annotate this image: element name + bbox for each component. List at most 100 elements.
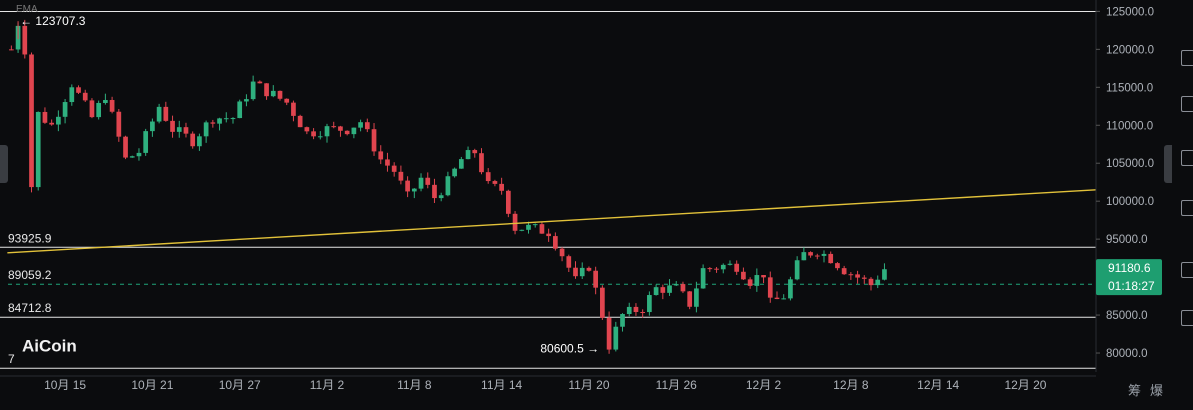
chart-canvas[interactable]: 93925.989059.284712.87 80000.085000.0900…	[0, 0, 1193, 405]
candle-body	[210, 122, 216, 124]
candlestick-chart[interactable]: 93925.989059.284712.87 80000.085000.0900…	[0, 0, 1193, 405]
level-label: 84712.8	[8, 301, 52, 315]
candle-body	[82, 92, 88, 101]
layout-icon[interactable]	[1181, 150, 1193, 166]
candle-body	[553, 236, 558, 249]
candle-body	[452, 168, 457, 177]
candle-body	[546, 233, 551, 237]
candle-body	[385, 159, 390, 166]
candle-body	[163, 106, 169, 121]
candle-body	[69, 87, 75, 103]
candle-body	[532, 224, 538, 226]
level-label: 89059.2	[8, 268, 52, 282]
candle-body	[378, 151, 384, 160]
candle-body	[109, 100, 115, 112]
candle-body	[284, 98, 290, 103]
candle-body	[814, 255, 820, 257]
candle-body	[472, 150, 478, 154]
indicator-label: EMA	[16, 4, 38, 15]
candle-body	[626, 306, 632, 315]
price-tick-label: 105000.0	[1106, 158, 1154, 170]
right-collapse-handle[interactable]	[1164, 145, 1172, 183]
candle-body	[398, 171, 404, 181]
candle-body	[573, 267, 578, 277]
candle-body	[505, 190, 511, 214]
candle-body	[49, 122, 55, 125]
candle-body	[458, 159, 464, 169]
countdown-timer: 01:18:27	[1108, 279, 1155, 293]
candle-body	[875, 279, 881, 286]
candle-body	[22, 25, 28, 55]
candle-body	[156, 106, 162, 122]
price-axis[interactable]: 80000.085000.090000.095000.0100000.01050…	[1095, 0, 1162, 372]
drawing-tool-icon[interactable]	[1181, 50, 1193, 66]
time-tick-label: 10月 27	[219, 378, 261, 392]
candle-body	[364, 122, 370, 130]
indicator-icon[interactable]	[1181, 96, 1193, 112]
candle-body	[371, 129, 377, 152]
candle-body	[62, 102, 68, 117]
horizontal-levels: 93925.9 89059.2 84712.8 7	[0, 10, 1096, 369]
candle-body	[96, 102, 102, 118]
price-tick-label: 125000.0	[1106, 6, 1154, 18]
candle-body	[485, 172, 491, 182]
candle-body	[707, 268, 713, 270]
candle-body	[801, 252, 807, 261]
trendline[interactable]	[7, 189, 1097, 254]
candle-body	[559, 248, 565, 257]
left-collapse-handle[interactable]	[0, 145, 8, 183]
price-tick-label: 95000.0	[1106, 234, 1148, 246]
candle-body	[257, 81, 263, 84]
candle-body	[667, 285, 672, 293]
candle-body	[136, 152, 142, 157]
time-tick-label: 12月 14	[917, 378, 959, 392]
settings-icon[interactable]	[1181, 310, 1193, 326]
time-tick-label: 12月 8	[833, 378, 869, 392]
level-label: 7	[8, 352, 15, 366]
candle-body	[680, 284, 686, 292]
candle-body	[9, 49, 14, 51]
high-annotation: ← 123707.3	[20, 14, 86, 28]
candle-body	[660, 287, 666, 293]
candle-body	[761, 275, 766, 278]
time-tick-label: 11月 26	[656, 378, 697, 392]
candle-body	[512, 213, 518, 231]
candle-body	[741, 271, 746, 280]
candle-body	[244, 99, 249, 102]
candle-body	[116, 111, 122, 137]
measure-icon[interactable]	[1181, 262, 1193, 278]
candle-body	[291, 102, 296, 116]
watermark-logo: AiCoin	[22, 337, 77, 356]
candle-body	[465, 150, 471, 160]
candle-body	[89, 100, 95, 118]
candle-body	[391, 165, 397, 172]
candle-body	[317, 136, 323, 138]
candle-body	[566, 256, 572, 268]
candle-body	[640, 311, 646, 313]
low-annotation: 80600.5 →	[540, 341, 599, 355]
candle-body	[781, 298, 787, 300]
time-axis[interactable]: 10月 15 10月 21 10月 27 11月 2 11月 8 11月 14 11月 20…	[0, 375, 1096, 392]
candle-body	[754, 275, 760, 286]
time-tick-label: 11月 20	[568, 378, 609, 392]
candle-body	[821, 253, 827, 256]
price-tick-label: 85000.0	[1106, 310, 1148, 322]
candle-body	[633, 306, 639, 312]
candle-body	[808, 252, 813, 256]
candle-body	[150, 121, 155, 132]
candle-body	[828, 253, 834, 264]
camera-icon[interactable]	[1181, 200, 1193, 216]
candle-body	[653, 287, 659, 296]
candle-body	[411, 188, 417, 192]
candle-body	[129, 156, 135, 158]
candle-body	[714, 268, 719, 270]
time-tick-label: 11月 14	[481, 378, 522, 392]
price-tick-label: 100000.0	[1106, 196, 1154, 208]
candle-body	[747, 279, 753, 286]
tab-liquidation[interactable]: 爆	[1150, 380, 1163, 399]
candle-body	[103, 100, 108, 103]
candle-body	[277, 90, 283, 99]
candle-body	[438, 195, 444, 199]
candle-body	[56, 116, 61, 125]
tab-chips[interactable]: 筹	[1128, 380, 1141, 399]
